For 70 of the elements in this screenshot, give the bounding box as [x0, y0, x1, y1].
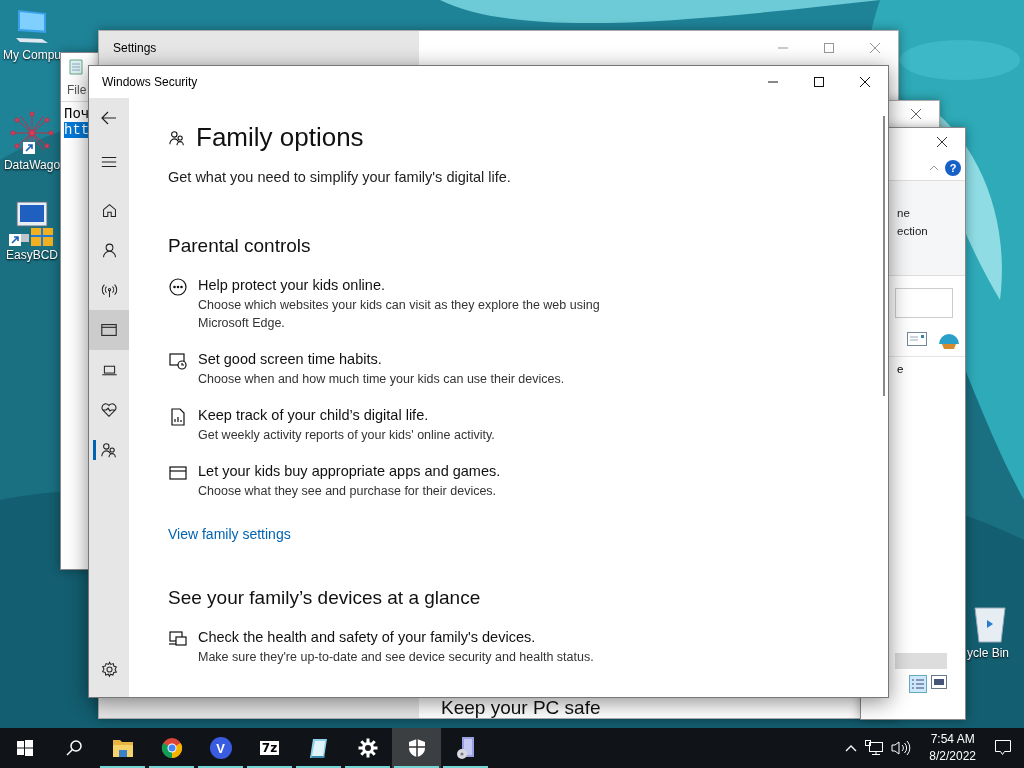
scrollbar[interactable]	[895, 653, 947, 669]
item-title: Keep track of your child’s digital life.	[198, 407, 430, 423]
item-description: Get weekly activity reports of your kids' online activity.	[198, 427, 495, 444]
report-icon	[168, 407, 188, 427]
item-description: Choose what they see and purchase for their devices.	[198, 483, 498, 500]
installer-icon[interactable]	[455, 736, 476, 760]
maximize-icon[interactable]	[814, 77, 824, 87]
card-icon	[168, 463, 188, 483]
item-title: Check the health and safety of your family's devices.	[198, 629, 537, 645]
nav-button[interactable]	[89, 310, 129, 350]
notification-icon[interactable]	[994, 739, 1012, 757]
home-icon	[100, 201, 118, 219]
notepad-icon[interactable]	[308, 737, 329, 759]
family-icon	[100, 441, 118, 459]
search-field[interactable]	[895, 288, 953, 318]
desktop-icon-label[interactable]: ycle Bin	[967, 646, 1010, 660]
section-heading: See your family’s devices at a glance	[168, 587, 482, 609]
item-title: Help protect your kids online.	[198, 277, 386, 293]
collapse-icon[interactable]	[929, 165, 939, 171]
item-description: Choose when and how much time your kids can use their devices.	[198, 371, 565, 388]
thumbnail-view-icon[interactable]	[931, 675, 947, 689]
desktop-icon-label[interactable]: DataWago	[3, 158, 61, 172]
person-icon	[100, 241, 118, 259]
browser-logo-icon[interactable]	[160, 737, 183, 759]
settings-link[interactable]: View family settings	[168, 526, 291, 542]
item-description: Choose which websites your kids can visit as they explore the web using Microsoft Edge.	[198, 297, 601, 332]
clock-date[interactable]: 8/2/2022	[929, 748, 976, 765]
desktop-icon-label[interactable]: My Compu	[3, 48, 61, 62]
screen-clock-icon	[168, 351, 188, 371]
speaker-icon[interactable]	[891, 740, 912, 756]
network-icon[interactable]	[865, 740, 884, 756]
ribbon-label[interactable]: ne	[897, 207, 965, 219]
item-description: Make sure they're up-to-date and see device security and health status.	[198, 649, 594, 666]
recycle-bin-icon[interactable]	[973, 604, 1007, 644]
page-subtitle: Get what you need to simplify your family's digital life.	[168, 169, 512, 185]
section-heading: Keep your PC safe	[440, 697, 602, 718]
heart-pulse-icon	[100, 401, 118, 419]
ellipsis-circle-icon	[168, 277, 188, 297]
chevron-up-icon[interactable]	[845, 744, 858, 752]
settings-icon[interactable]	[357, 738, 378, 758]
item-title: Set good screen time habits.	[198, 351, 383, 367]
folder-icon[interactable]	[111, 738, 134, 758]
envelope-icon[interactable]	[907, 332, 927, 346]
help-icon[interactable]: ?	[945, 160, 961, 176]
notepad-icon	[69, 59, 83, 75]
search-icon[interactable]	[64, 739, 83, 757]
menu-item[interactable]: File	[61, 79, 93, 101]
clock-time[interactable]: 7:54 AM	[930, 731, 975, 748]
close-icon[interactable]	[859, 76, 871, 88]
network-graph-icon[interactable]	[9, 110, 55, 156]
windows-logo-icon[interactable]	[16, 740, 33, 756]
gear-icon	[100, 660, 118, 678]
browser-window-icon	[100, 321, 118, 339]
scrollbar[interactable]	[883, 116, 885, 396]
devices-icon	[168, 629, 188, 649]
list-item[interactable]: e	[897, 363, 904, 375]
window-title: Settings	[113, 40, 157, 55]
window-title: Windows Security	[101, 75, 199, 89]
text-line: Поч	[64, 106, 90, 122]
section-heading: Parental controls	[168, 235, 312, 257]
computer-setup-icon[interactable]	[9, 200, 55, 246]
close-icon[interactable]	[937, 137, 947, 147]
family-icon	[168, 128, 186, 147]
app-letter-icon[interactable]: V	[209, 737, 232, 759]
page-title: Family options	[196, 122, 364, 153]
ribbon-label[interactable]: ection	[897, 225, 965, 237]
item-title: Let your kids buy appropriate apps and games.	[198, 463, 501, 479]
shield-icon[interactable]	[407, 738, 426, 758]
desktop-icon-label[interactable]: EasyBCD	[6, 248, 58, 262]
archiver-icon[interactable]: 7z	[259, 741, 280, 755]
